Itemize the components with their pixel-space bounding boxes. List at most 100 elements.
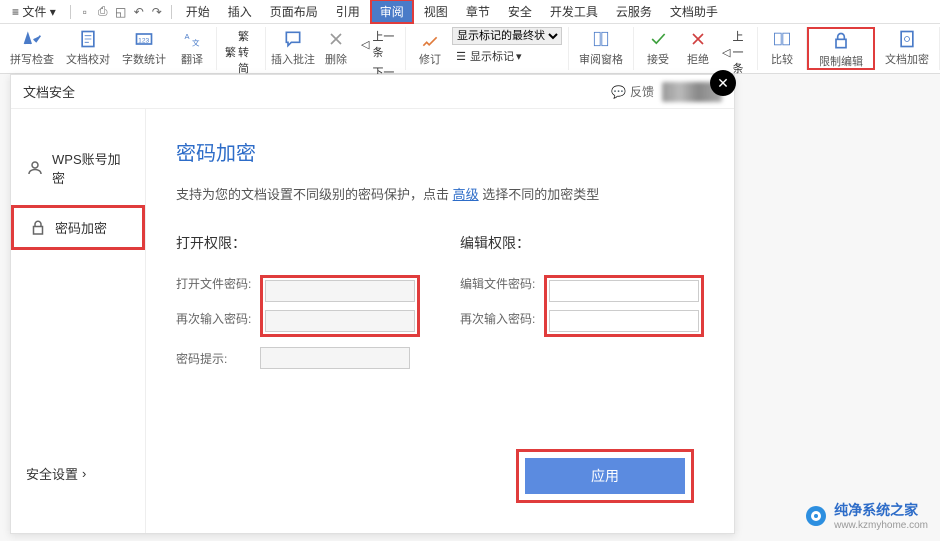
delete-icon [326, 29, 346, 49]
password-hint-input[interactable] [260, 347, 410, 369]
edit-password-confirm-input[interactable] [549, 310, 699, 332]
sidebar: WPS账号加密 密码加密 安全设置 › [11, 109, 146, 533]
advanced-link[interactable]: 高级 [453, 187, 479, 202]
doc-proof-button[interactable]: 文档校对 [62, 27, 114, 69]
tab-view[interactable]: 视图 [416, 1, 456, 22]
tab-layout[interactable]: 页面布局 [262, 1, 326, 22]
doc-proof-icon [78, 29, 98, 49]
open-inputs-highlight [260, 275, 420, 337]
edit-password-input[interactable] [549, 280, 699, 302]
tab-cloud[interactable]: 云服务 [608, 1, 660, 22]
compare-icon [772, 29, 792, 49]
watermark-sub: www.kzmyhome.com [834, 520, 928, 531]
separator [171, 5, 172, 19]
apply-highlight: 应用 [516, 449, 694, 503]
close-button[interactable]: ✕ [710, 70, 736, 96]
translate-button[interactable]: A文 翻译 [174, 27, 210, 69]
edit-pwd-label: 编辑文件密码: [460, 275, 538, 292]
chevron-right-icon: › [82, 466, 86, 481]
open-password-input[interactable] [265, 280, 415, 302]
tab-review[interactable]: 审阅 [370, 0, 414, 24]
accept-icon [648, 29, 668, 49]
lock-icon [831, 31, 851, 51]
sidebar-security-settings[interactable]: 安全设置 › [11, 464, 145, 503]
ribbon-group-pane: 审阅窗格 [569, 27, 634, 70]
convert-icon: 繁 [225, 45, 236, 59]
sidebar-item-wps-account[interactable]: WPS账号加密 [11, 139, 145, 197]
undo-icon[interactable]: ↶ [131, 4, 147, 20]
feedback-icon: 💬 [611, 85, 626, 99]
comment-icon [283, 29, 303, 49]
tab-chapter[interactable]: 章节 [458, 1, 498, 22]
permissions-row: 打开权限： 打开文件密码: 再次输入密码: [176, 233, 704, 379]
marks-icon: ☰ [454, 49, 468, 63]
content-title: 密码加密 [176, 137, 704, 166]
content-description: 支持为您的文档设置不同级别的密码保护，点击 高级 选择不同的加密类型 [176, 184, 704, 203]
show-marks-button[interactable]: ☰显示标记 ▾ [452, 47, 524, 65]
separator [70, 5, 71, 19]
svg-text:A: A [185, 32, 190, 41]
ribbon-group-convert: 繁繁转简 简简转繁 [217, 27, 266, 70]
restrict-edit-button[interactable]: 限制编辑 [815, 29, 867, 71]
tab-start[interactable]: 开始 [178, 1, 218, 22]
edit-inputs-highlight [544, 275, 704, 337]
sidebar-item-label: WPS账号加密 [52, 149, 130, 187]
open-password-confirm-input[interactable] [265, 310, 415, 332]
dialog-body: WPS账号加密 密码加密 安全设置 › 密码加密 支持为您的文档设置不同级别的密… [11, 109, 734, 533]
simp-to-trad-button[interactable]: 繁繁转简 [223, 27, 259, 77]
file-menu[interactable]: ≡ 文件 ▾ [4, 1, 64, 22]
ribbon-group-track: 修订 显示标记的最终状态 ☰显示标记 ▾ [406, 27, 569, 70]
user-icon [26, 159, 44, 177]
ribbon-group-comment: 插入批注 删除 ◁上一条 ▷下一条 [266, 27, 406, 70]
sidebar-item-label: 密码加密 [55, 218, 107, 237]
watermark: 纯净系统之家 www.kzmyhome.com [804, 500, 928, 531]
track-icon [420, 29, 440, 49]
track-state-select[interactable]: 显示标记的最终状态 [452, 27, 562, 45]
menubar: ≡ 文件 ▾ ▫ ⎙ ◱ ↶ ↷ 开始 插入 页面布局 引用 审阅 视图 章节 … [0, 0, 940, 24]
encrypt-button[interactable]: 文档加密 [881, 27, 933, 69]
track-button[interactable]: 修订 [412, 27, 448, 69]
watermark-icon [804, 504, 828, 528]
spellcheck-button[interactable]: 拼写检查 [6, 27, 58, 69]
panel-wrap: 文档安全 💬 反馈 ✕ WPS账号加密 [0, 74, 940, 541]
redo-icon[interactable]: ↷ [149, 4, 165, 20]
prev-icon: ◁ [722, 45, 730, 59]
save-icon[interactable]: ▫ [77, 4, 93, 20]
apply-button[interactable]: 应用 [525, 458, 685, 494]
ribbon: 拼写检查 文档校对 123 字数统计 A文 翻译 繁繁转简 简简转繁 [0, 24, 940, 74]
dialog-title: 文档安全 [23, 82, 75, 101]
tab-security[interactable]: 安全 [500, 1, 540, 22]
sidebar-item-password[interactable]: 密码加密 [11, 205, 145, 250]
prev-comment-button[interactable]: ◁上一条 [358, 27, 399, 61]
ribbon-group-compare: 比较 [758, 27, 807, 70]
ribbon-group-encrypt: 文档加密 [875, 27, 940, 70]
tab-reference[interactable]: 引用 [328, 1, 368, 22]
prev-icon: ◁ [360, 37, 370, 51]
edit-perm-heading: 编辑权限： [460, 233, 704, 253]
dialog-header: 文档安全 💬 反馈 ✕ [11, 75, 734, 109]
lock-icon [29, 219, 47, 237]
print-icon[interactable]: ⎙ [95, 4, 111, 20]
dialog-header-right: 💬 反馈 [611, 82, 722, 102]
encrypt-icon [897, 29, 917, 49]
ribbon-group-restrict: 限制编辑 [807, 27, 875, 70]
wordcount-icon: 123 [134, 29, 154, 49]
feedback-link[interactable]: 💬 反馈 [611, 83, 654, 100]
translate-icon: A文 [182, 29, 202, 49]
tab-insert[interactable]: 插入 [220, 1, 260, 22]
tab-devtools[interactable]: 开发工具 [542, 1, 606, 22]
review-pane-button[interactable]: 审阅窗格 [575, 27, 627, 69]
open-pwd2-label: 再次输入密码: [176, 310, 254, 327]
watermark-text: 纯净系统之家 [834, 500, 928, 520]
spellcheck-icon [22, 29, 42, 49]
tab-assistant[interactable]: 文档助手 [662, 1, 726, 22]
security-dialog: 文档安全 💬 反馈 ✕ WPS账号加密 [10, 74, 735, 534]
edit-permission-col: 编辑权限： 编辑文件密码: 再次输入密码: [460, 233, 704, 379]
close-icon: ✕ [717, 75, 729, 92]
wordcount-button[interactable]: 123 字数统计 [118, 27, 170, 69]
svg-text:123: 123 [138, 37, 149, 44]
content-area: 密码加密 支持为您的文档设置不同级别的密码保护，点击 高级 选择不同的加密类型 … [146, 109, 734, 533]
preview-icon[interactable]: ◱ [113, 4, 129, 20]
compare-button[interactable]: 比较 [764, 27, 800, 69]
edit-pwd2-label: 再次输入密码: [460, 310, 538, 327]
